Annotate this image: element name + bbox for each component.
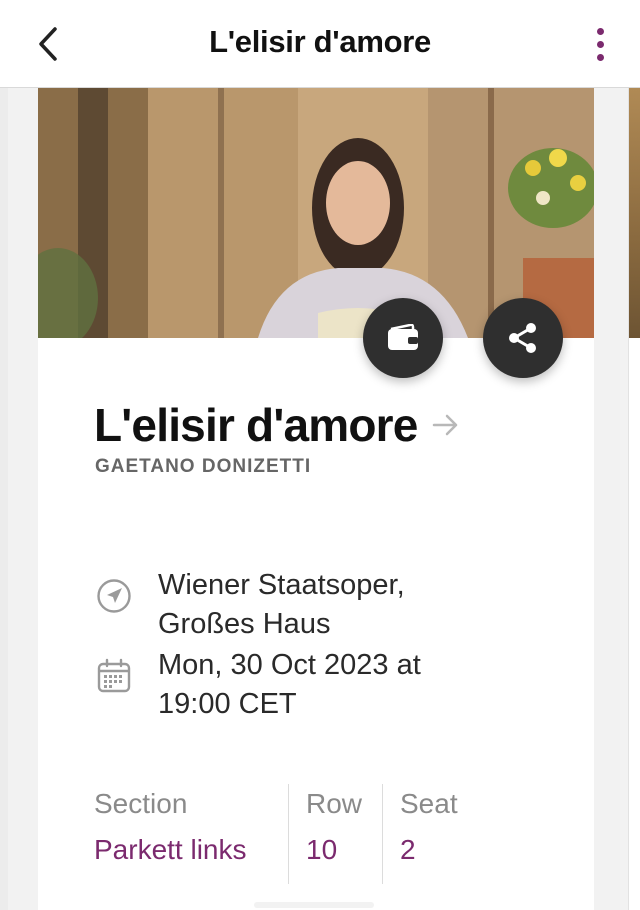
- venue-row[interactable]: Wiener Staatsoper, Großes Haus: [94, 566, 488, 644]
- app-header: L'elisir d'amore: [0, 0, 640, 88]
- next-ticket-image: [629, 88, 640, 338]
- next-ticket-card[interactable]: [628, 88, 640, 910]
- share-icon: [509, 323, 536, 353]
- venue-text: Wiener Staatsoper, Großes Haus: [158, 569, 405, 640]
- card-bottom-handle: [254, 902, 374, 908]
- wallet-icon: [388, 324, 418, 350]
- calendar-icon: [97, 658, 131, 693]
- row-value: 10: [306, 834, 338, 865]
- seat-label: Seat: [400, 788, 458, 819]
- section-value: Parkett links: [94, 834, 247, 865]
- opera-title: L'elisir d'amore: [94, 399, 418, 451]
- row-column: Row 10: [288, 784, 382, 884]
- row-label: Row: [306, 788, 363, 819]
- section-label: Section: [94, 788, 188, 819]
- previous-ticket-card[interactable]: [0, 88, 8, 910]
- more-options-button[interactable]: [584, 24, 616, 64]
- more-vertical-icon: [596, 27, 604, 35]
- seat-details: Section Parkett links Row 10 Seat 2: [94, 784, 502, 884]
- share-button[interactable]: [483, 298, 563, 378]
- arrow-right-icon: [432, 414, 457, 436]
- seat-value: 2: [400, 834, 416, 865]
- opera-title-link[interactable]: L'elisir d'amore: [94, 398, 460, 452]
- datetime-text: Mon, 30 Oct 2023 at 19:00 CET: [158, 649, 421, 720]
- composer-name: GAETANO DONIZETTI: [95, 456, 312, 477]
- add-to-wallet-button[interactable]: [363, 298, 443, 378]
- ticket-card: L'elisir d'amore GAETANO DONIZETTI Wiene…: [38, 88, 594, 910]
- page-title: L'elisir d'amore: [209, 24, 431, 59]
- date-row: Mon, 30 Oct 2023 at 19:00 CET: [94, 646, 488, 724]
- section-column: Section Parkett links: [94, 784, 288, 884]
- seat-column: Seat 2: [382, 784, 502, 884]
- location-arrow-icon: [97, 579, 131, 613]
